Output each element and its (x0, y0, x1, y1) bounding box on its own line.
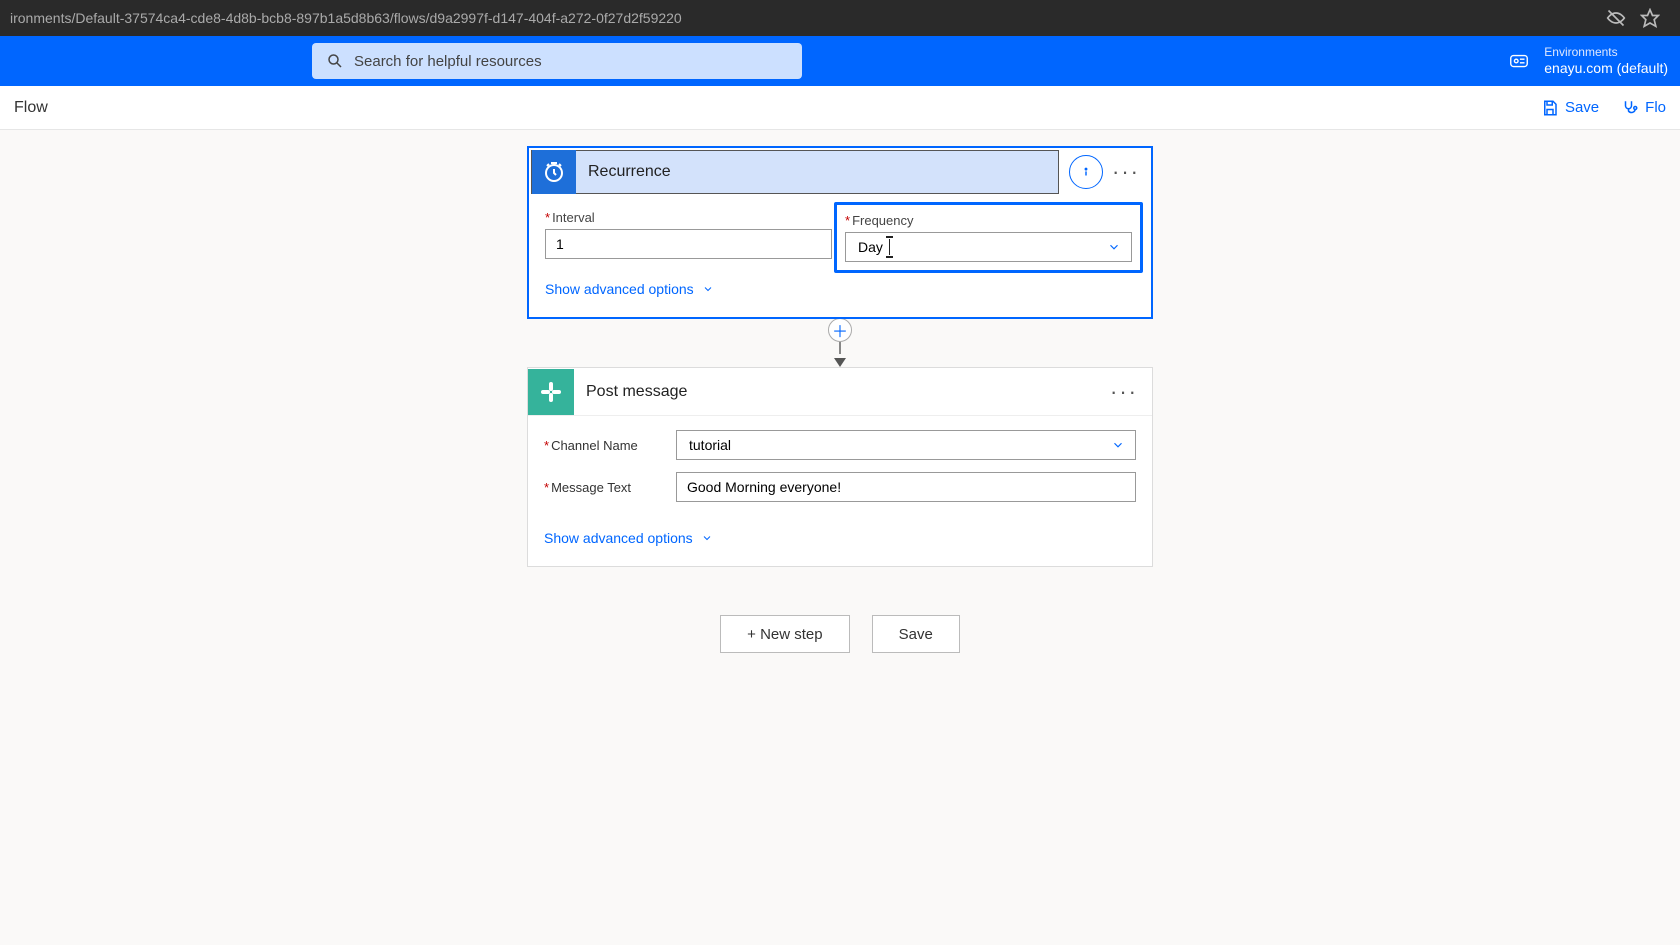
browser-icon-group (1606, 8, 1670, 28)
arrow-down-icon (834, 358, 846, 367)
save-icon (1541, 99, 1559, 117)
info-icon (1079, 165, 1093, 179)
post-message-title: Post message (574, 383, 1110, 401)
channel-name-label: *Channel Name (544, 438, 676, 453)
incognito-icon[interactable] (1606, 8, 1626, 28)
recurrence-title-input[interactable] (576, 151, 1058, 193)
chevron-down-icon (1111, 438, 1125, 452)
frequency-label: *Frequency (845, 213, 1132, 228)
recurrence-advanced-link[interactable]: Show advanced options (545, 281, 714, 297)
channel-name-select[interactable]: tutorial (676, 430, 1136, 460)
search-box[interactable] (312, 43, 802, 79)
stethoscope-icon (1621, 99, 1639, 117)
connector-line (839, 342, 841, 354)
interval-field: *Interval (545, 210, 832, 259)
environment-value: enayu.com (default) (1544, 60, 1668, 76)
app-header: Environments enayu.com (default) (0, 36, 1680, 86)
flow-checker-button[interactable]: Flo (1621, 99, 1666, 117)
save-flow-button[interactable]: Save (872, 615, 960, 653)
bottom-button-row: + New step Save (720, 615, 960, 653)
recurrence-more-button[interactable]: ··· (1109, 155, 1143, 189)
recurrence-header[interactable] (531, 150, 1059, 194)
frequency-value: Day (858, 239, 883, 255)
browser-address-bar: ironments/Default-37574ca4-cde8-4d8b-bcb… (0, 0, 1680, 36)
post-message-header[interactable]: Post message ··· (528, 368, 1152, 416)
environment-icon[interactable] (1508, 50, 1530, 72)
message-text-label: *Message Text (544, 480, 676, 495)
new-step-button[interactable]: + New step (720, 615, 849, 653)
slack-icon (528, 369, 574, 415)
save-button[interactable]: Save (1541, 99, 1599, 117)
text-cursor (889, 239, 890, 255)
add-step-inline-button[interactable]: ＋ (828, 318, 852, 342)
info-button[interactable] (1069, 155, 1103, 189)
post-message-more-button[interactable]: ··· (1110, 379, 1152, 405)
frequency-select[interactable]: Day (845, 232, 1132, 262)
connector: ＋ (828, 319, 852, 367)
chevron-down-icon (702, 283, 714, 295)
environment-label: Environments (1544, 46, 1668, 60)
post-message-card[interactable]: Post message ··· *Channel Name tutorial … (527, 367, 1153, 567)
recurrence-card[interactable]: ··· *Interval *Frequency Day (527, 146, 1153, 319)
interval-input[interactable] (545, 229, 832, 259)
search-input[interactable] (354, 53, 788, 70)
post-advanced-link[interactable]: Show advanced options (544, 530, 713, 546)
page-title: Flow (14, 99, 48, 117)
channel-name-value: tutorial (689, 437, 731, 453)
environment-picker[interactable]: Environments enayu.com (default) (1544, 46, 1668, 76)
star-icon[interactable] (1640, 8, 1660, 28)
flow-canvas: ··· *Interval *Frequency Day (0, 130, 1680, 653)
search-icon (326, 52, 344, 70)
interval-label: *Interval (545, 210, 832, 225)
recurrence-icon (532, 150, 576, 194)
frequency-field: *Frequency Day (834, 202, 1143, 273)
browser-url: ironments/Default-37574ca4-cde8-4d8b-bcb… (10, 10, 1606, 26)
chevron-down-icon (1107, 240, 1121, 254)
command-bar: Flow Save Flo (0, 86, 1680, 130)
chevron-down-icon (701, 532, 713, 544)
message-text-input[interactable] (676, 472, 1136, 502)
